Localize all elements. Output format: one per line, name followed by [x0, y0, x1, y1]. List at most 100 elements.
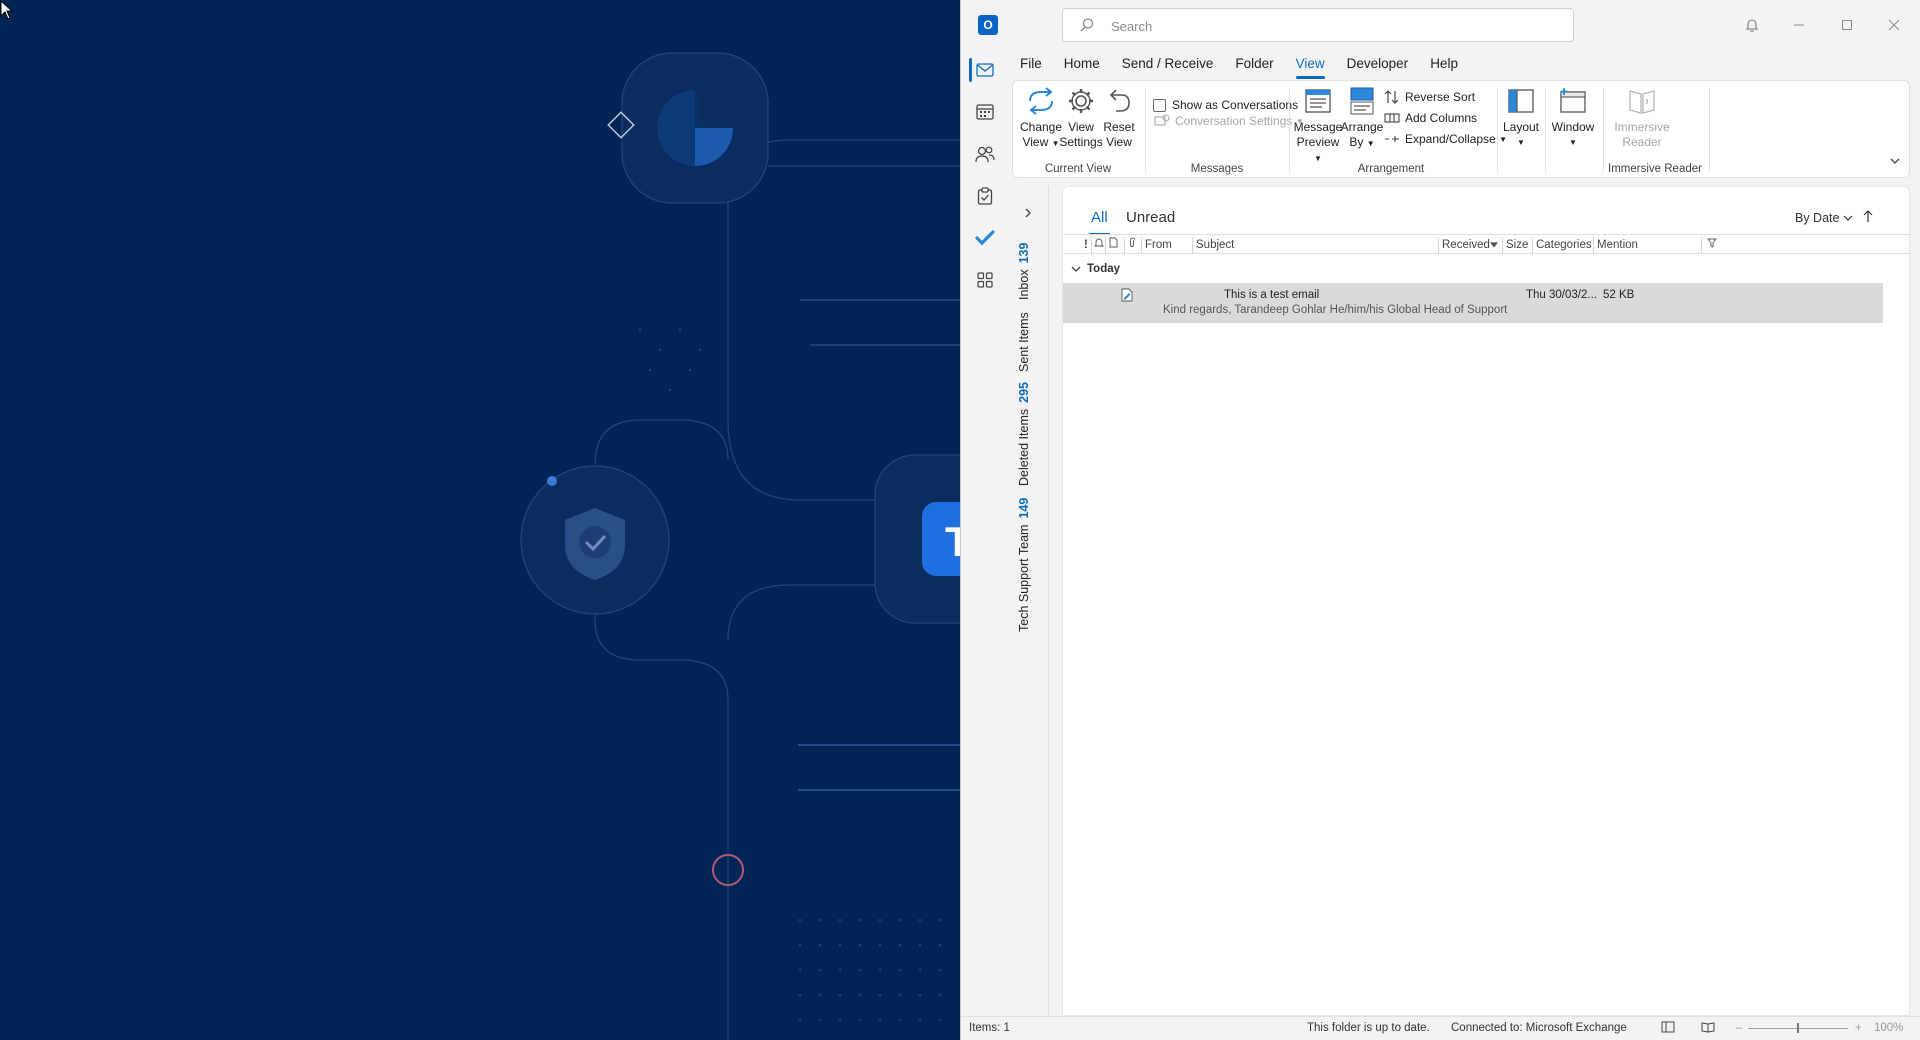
sort-direction-button[interactable] — [1863, 209, 1873, 228]
col-attachment[interactable] — [1124, 237, 1140, 253]
ribbon: Change View ▼ View Settings Reset View C… — [1012, 80, 1910, 178]
column-filter-button[interactable] — [1701, 237, 1731, 253]
normal-view-icon — [1661, 1021, 1675, 1033]
layout-icon — [1508, 89, 1534, 113]
search-icon — [1080, 18, 1094, 32]
change-view-button[interactable]: Change View ▼ — [1020, 85, 1062, 151]
desktop-background: T — [0, 0, 960, 1040]
people-icon — [975, 146, 995, 163]
close-button[interactable] — [1880, 12, 1908, 38]
notifications-button[interactable] — [1738, 12, 1766, 38]
col-received[interactable]: Received — [1438, 237, 1502, 253]
arrange-by-icon — [1350, 87, 1374, 115]
maximize-button[interactable] — [1833, 12, 1861, 38]
outlook-logo-icon: O — [978, 15, 998, 35]
expand-collapse-icon — [1385, 136, 1399, 142]
group-label-messages: Messages — [1190, 163, 1244, 175]
tab-folder[interactable]: Folder — [1224, 52, 1284, 76]
reading-view-icon — [1701, 1022, 1715, 1033]
calendar-app-button[interactable] — [961, 92, 1009, 132]
undo-icon — [1109, 89, 1130, 112]
expand-folder-pane-button[interactable] — [1023, 206, 1033, 224]
mail-app-button[interactable] — [961, 50, 1009, 90]
group-header-today[interactable]: Today — [1071, 263, 1120, 275]
group-label-current-view: Current View — [1044, 163, 1112, 175]
gear-icon — [1069, 89, 1093, 113]
immersive-reader-icon — [1629, 90, 1655, 114]
checkbox-box[interactable] — [1153, 98, 1166, 112]
close-icon — [1888, 19, 1900, 31]
reset-view-button[interactable]: Reset View — [1101, 85, 1137, 150]
col-icon[interactable] — [1105, 237, 1119, 253]
desktop-wallpaper-art: T — [520, 52, 960, 1040]
col-size[interactable]: Size — [1502, 237, 1534, 253]
todo-app-button[interactable] — [961, 218, 1009, 258]
menu-tabs: File Home Send / Receive Folder View Dev… — [1009, 52, 1469, 79]
group-label-arrangement: Arrangement — [1357, 163, 1425, 175]
tab-help[interactable]: Help — [1419, 52, 1469, 76]
add-columns-button[interactable]: Add Columns — [1383, 108, 1477, 128]
minimize-button[interactable] — [1785, 12, 1813, 38]
tab-view[interactable]: View — [1285, 52, 1336, 79]
tab-developer[interactable]: Developer — [1336, 52, 1420, 76]
mail-list-item[interactable]: This is a test email Kind regards, Taran… — [1063, 283, 1883, 323]
folder-deleted-items[interactable]: Deleted Items295 — [1017, 382, 1031, 486]
chevron-right-icon — [1025, 208, 1031, 218]
window-icon — [1560, 88, 1586, 113]
col-mention[interactable]: Mention — [1593, 237, 1701, 253]
filter-unread-tab[interactable]: Unread — [1126, 209, 1175, 226]
folder-pane: Inbox139 Sent Items Deleted Items295 Tec… — [1009, 186, 1049, 1016]
checkmark-icon — [975, 230, 995, 246]
zoom-in-button[interactable]: + — [1855, 1022, 1862, 1034]
paperclip-icon — [1130, 237, 1136, 247]
maximize-icon — [1842, 20, 1852, 30]
tab-file[interactable]: File — [1009, 52, 1053, 76]
group-separator — [1289, 87, 1290, 173]
col-categories[interactable]: Categories — [1532, 237, 1593, 253]
conversation-settings-icon — [1154, 114, 1170, 126]
col-from[interactable]: From — [1141, 237, 1192, 253]
reverse-sort-button[interactable]: Reverse Sort — [1383, 87, 1475, 107]
people-app-button[interactable] — [961, 134, 1009, 174]
tab-send-receive[interactable]: Send / Receive — [1111, 52, 1225, 76]
mail-subject: This is a test email — [1224, 289, 1320, 301]
search-input[interactable] — [1111, 15, 1551, 37]
arrange-by-button[interactable]: Arrange By ▼ — [1339, 85, 1385, 151]
zoom-out-button[interactable]: – — [1736, 1022, 1742, 1034]
zoom-level[interactable]: 100% — [1874, 1022, 1903, 1034]
layout-button[interactable]: Layout ▼ — [1501, 85, 1541, 150]
tasks-app-button[interactable] — [961, 176, 1009, 216]
col-reminder[interactable] — [1091, 237, 1105, 253]
col-importance[interactable]: ! — [1081, 237, 1088, 253]
title-bar: O — [961, 0, 1920, 50]
search-box[interactable] — [1062, 8, 1574, 42]
window-button[interactable]: Window ▼ — [1549, 85, 1597, 150]
svg-text:T: T — [945, 518, 960, 565]
zoom-slider-thumb[interactable] — [1797, 1023, 1799, 1033]
group-separator — [1545, 87, 1546, 173]
apps-grid-icon — [977, 272, 993, 288]
col-subject[interactable]: Subject — [1192, 237, 1438, 253]
chevron-down-icon — [1890, 158, 1900, 164]
view-settings-button[interactable]: View Settings — [1059, 85, 1103, 150]
message-preview-button[interactable]: Message Preview ▼ — [1293, 85, 1343, 166]
sort-by-dropdown[interactable]: By Date — [1795, 211, 1853, 225]
normal-view-button[interactable] — [1661, 1021, 1675, 1036]
reverse-sort-icon — [1384, 90, 1399, 104]
status-connection[interactable]: Connected to: Microsoft Exchange — [1451, 1022, 1627, 1034]
change-view-icon — [1029, 87, 1053, 115]
group-separator — [1145, 87, 1146, 173]
tab-home[interactable]: Home — [1053, 52, 1111, 76]
mail-icon — [976, 63, 994, 77]
folder-sent-items[interactable]: Sent Items — [1017, 312, 1031, 372]
expand-collapse-button[interactable]: Expand/Collapse ▼ — [1383, 129, 1507, 149]
conversation-settings-button[interactable]: Conversation Settings ▼ — [1153, 111, 1304, 131]
folder-inbox[interactable]: Inbox139 — [1017, 243, 1031, 300]
ribbon-collapse-button[interactable] — [1889, 153, 1901, 171]
folder-tech-support-team[interactable]: Tech Support Team149 — [1017, 498, 1031, 632]
reading-view-button[interactable] — [1701, 1021, 1715, 1036]
more-apps-button[interactable] — [961, 260, 1009, 300]
document-icon — [1109, 237, 1118, 248]
immersive-reader-button[interactable]: Immersive Reader — [1607, 85, 1677, 150]
filter-all-tab[interactable]: All — [1089, 209, 1110, 235]
